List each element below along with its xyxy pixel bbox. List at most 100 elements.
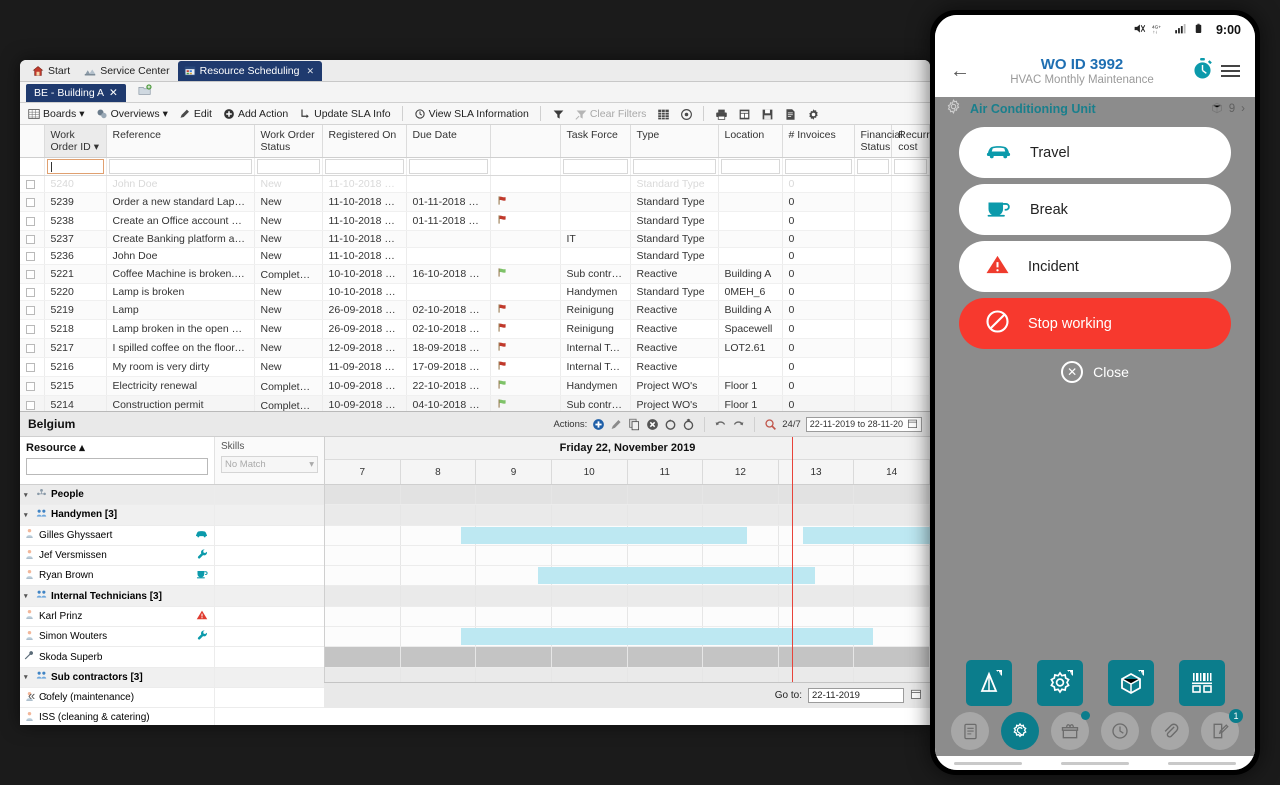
row-checkbox[interactable] bbox=[26, 400, 35, 410]
gantt-row[interactable] bbox=[325, 485, 930, 506]
table-row[interactable]: 5220 Lamp is broken New 10-10-2018 13:48 Han… bbox=[20, 283, 930, 301]
gantt-task-bar[interactable] bbox=[461, 526, 748, 544]
col-header-due-date[interactable]: Due Date bbox=[406, 125, 491, 158]
row-checkbox-cell[interactable] bbox=[20, 192, 45, 212]
row-checkbox[interactable] bbox=[26, 234, 35, 244]
gantt-row[interactable] bbox=[325, 606, 930, 628]
col-header-type[interactable]: Type bbox=[630, 125, 719, 158]
resource-row[interactable]: Jef Versmissen bbox=[20, 545, 324, 567]
gantt-rows[interactable] bbox=[325, 485, 930, 682]
resource-row[interactable]: Simon Wouters bbox=[20, 627, 324, 648]
filter-task-force[interactable] bbox=[560, 157, 631, 176]
hamburger-icon[interactable] bbox=[1215, 65, 1245, 77]
skills-select[interactable]: No Match ▾ bbox=[221, 456, 318, 473]
filter-registered-on[interactable] bbox=[322, 157, 407, 176]
row-checkbox[interactable] bbox=[26, 251, 35, 261]
toolbar-print-button[interactable] bbox=[711, 106, 731, 122]
edit-icon[interactable] bbox=[610, 418, 623, 431]
zoom-icon[interactable] bbox=[764, 418, 777, 431]
gantt-task-bar[interactable] bbox=[461, 628, 874, 646]
gantt-task-bar[interactable] bbox=[802, 526, 930, 544]
row-checkbox-cell[interactable] bbox=[20, 319, 45, 339]
row-checkbox[interactable] bbox=[26, 269, 35, 279]
tab-start[interactable]: Start bbox=[26, 61, 78, 81]
board-tab-be-building-a[interactable]: BE - Building A ✕ bbox=[26, 84, 126, 102]
resource-group-row[interactable]: ▾ People bbox=[20, 485, 324, 506]
row-checkbox[interactable] bbox=[26, 362, 35, 372]
row-checkbox-cell[interactable] bbox=[20, 357, 45, 377]
gantt-row[interactable] bbox=[325, 525, 930, 546]
toolbar-save-button[interactable] bbox=[757, 106, 777, 122]
resource-group-row[interactable]: ▾ Handymen [3] bbox=[20, 505, 324, 526]
filter-invoices[interactable] bbox=[782, 157, 855, 176]
col-header-reference[interactable]: Reference bbox=[106, 125, 255, 158]
tab-service-center[interactable]: Service Center bbox=[78, 61, 177, 81]
resource-row[interactable]: Karl Prinz bbox=[20, 606, 324, 628]
filter-type[interactable] bbox=[630, 157, 719, 176]
expand-collapse-icon[interactable]: ▾ bbox=[24, 491, 32, 499]
back-arrow-icon[interactable]: ← bbox=[945, 60, 975, 83]
gantt-row[interactable] bbox=[325, 566, 930, 587]
asset-count-block[interactable]: 9 › bbox=[1211, 102, 1245, 117]
tab-work-gear-icon[interactable] bbox=[1001, 712, 1039, 750]
table-row[interactable]: 5219 Lamp New 26-09-2018 10:36 02-10-2018 10… bbox=[20, 300, 930, 320]
row-checkbox-cell[interactable] bbox=[20, 395, 45, 411]
gantt-row[interactable] bbox=[325, 627, 930, 648]
undo-icon[interactable] bbox=[714, 418, 727, 431]
copy-icon[interactable] bbox=[628, 418, 641, 431]
gantt-row[interactable] bbox=[325, 505, 930, 526]
row-checkbox-cell[interactable] bbox=[20, 338, 45, 358]
col-header-work-order-status[interactable]: Work Order Status bbox=[254, 125, 323, 158]
col-header-financial-status[interactable]: Financial Status bbox=[854, 125, 903, 158]
col-header-flag[interactable] bbox=[490, 125, 561, 158]
table-row[interactable]: 5237 Create Banking platform account New 11… bbox=[20, 230, 930, 248]
resource-search-input[interactable] bbox=[26, 458, 208, 475]
goto-calendar-icon[interactable] bbox=[910, 688, 922, 703]
table-row[interactable]: 5239 Order a new standard Laptop New 11-10-… bbox=[20, 192, 930, 212]
gantt-row[interactable] bbox=[325, 667, 930, 682]
row-checkbox-cell[interactable] bbox=[20, 283, 45, 301]
row-checkbox[interactable] bbox=[26, 216, 35, 226]
toolbar-document-button[interactable] bbox=[780, 106, 800, 122]
expand-collapse-icon[interactable]: ▾ bbox=[24, 592, 32, 600]
date-range-input[interactable]: 22-11-2019 to 28-11-20 bbox=[805, 416, 922, 432]
new-board-icon[interactable] bbox=[138, 83, 152, 102]
toolbar-filter-button[interactable] bbox=[548, 106, 568, 122]
action-travel-button[interactable]: Travel bbox=[959, 127, 1231, 178]
table-row[interactable]: 5215 Electricity renewal Completed 10-09-2… bbox=[20, 376, 930, 396]
resource-row[interactable]: Ryan Brown bbox=[20, 566, 324, 587]
row-checkbox[interactable] bbox=[26, 324, 35, 334]
tab-close-icon[interactable]: ✕ bbox=[306, 66, 314, 77]
col-header-registered-on[interactable]: Registered On bbox=[322, 125, 407, 158]
refresh-icon[interactable] bbox=[664, 418, 677, 431]
expand-collapse-icon[interactable]: ▾ bbox=[24, 511, 32, 519]
resource-tree[interactable]: ▾ People ▾ Handymen [3] Gilles Ghyssaert Jef … bbox=[20, 485, 324, 725]
row-checkbox[interactable] bbox=[26, 179, 35, 189]
toolbar-add-action-button[interactable]: Add Action bbox=[219, 106, 292, 122]
row-checkbox[interactable] bbox=[26, 381, 35, 391]
col-header-task-force[interactable]: Task Force bbox=[560, 125, 631, 158]
gantt-task-bar[interactable] bbox=[537, 567, 816, 585]
add-icon[interactable] bbox=[592, 418, 605, 431]
table-row[interactable]: 5214 Construction permit Completed 10-09-2… bbox=[20, 395, 930, 411]
resource-row[interactable]: Cofely (maintenance) bbox=[20, 687, 324, 709]
calendar-picker-icon[interactable] bbox=[907, 418, 918, 431]
filter-financial-status[interactable] bbox=[854, 157, 893, 176]
grid-select-all-header[interactable] bbox=[20, 125, 45, 158]
table-row[interactable]: 5236 John Doe New 11-10-2018 20:01 Standard … bbox=[20, 247, 930, 265]
toolbar-edit-button[interactable]: Edit bbox=[175, 106, 216, 122]
grid-filter-row[interactable] bbox=[20, 157, 930, 176]
toolbar-view-sla-button[interactable]: View SLA Information bbox=[410, 106, 533, 122]
resource-group-row[interactable]: ▾ Sub contractors [3] bbox=[20, 667, 324, 688]
resource-row[interactable]: Skoda Superb bbox=[20, 647, 324, 668]
table-row[interactable]: 5238Create an Office account & Email adr… bbox=[20, 211, 930, 231]
col-header-work-order-id[interactable]: Work Order ID ▾ bbox=[44, 125, 107, 158]
row-checkbox-cell[interactable] bbox=[20, 247, 45, 265]
assign-icon[interactable] bbox=[682, 418, 695, 431]
toolbar-overviews-button[interactable]: Overviews ▾ bbox=[92, 106, 172, 122]
asset-context-bar[interactable]: Air Conditioning Unit 9 › bbox=[935, 97, 1255, 121]
tab-attachment-icon[interactable] bbox=[1151, 712, 1189, 750]
nav-first-icon[interactable]: « bbox=[28, 688, 35, 703]
add-cone-icon[interactable] bbox=[965, 660, 1012, 706]
skills-column-header[interactable]: Skills No Match ▾ bbox=[214, 437, 324, 484]
